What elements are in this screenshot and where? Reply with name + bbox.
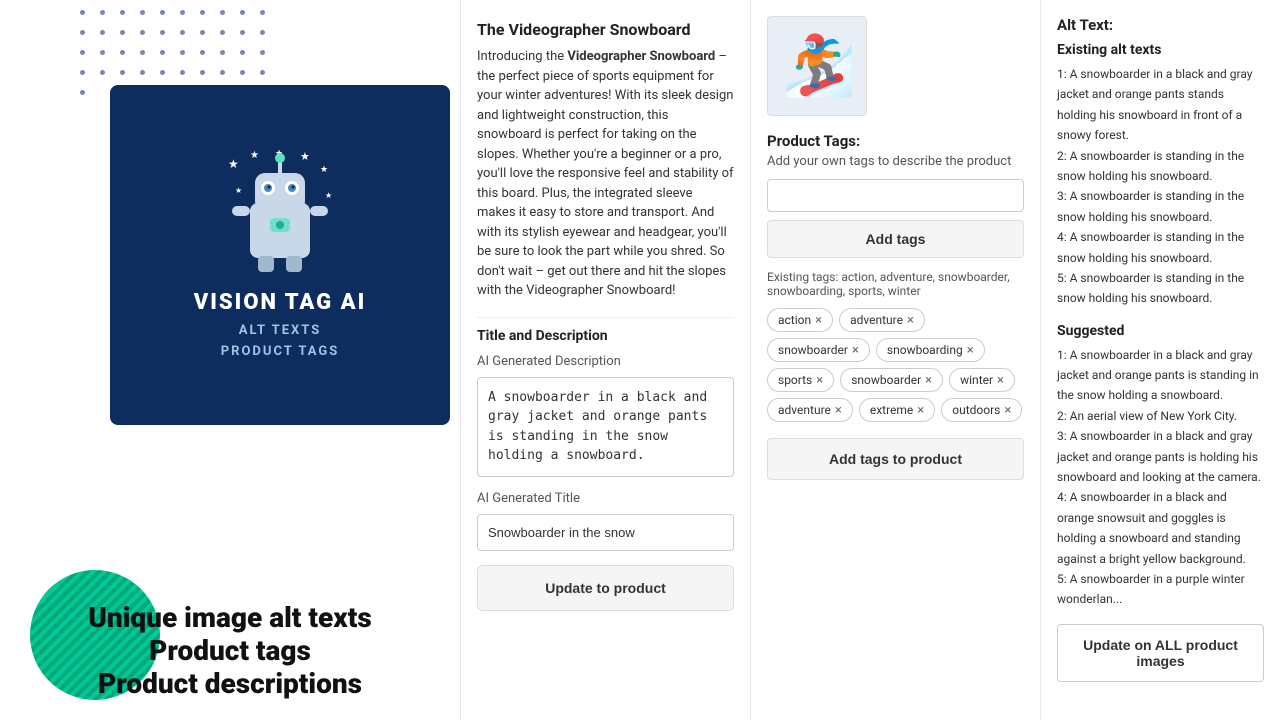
tag-remove-icon[interactable]: × [925, 374, 932, 387]
alt-suggested-1: 1: A snowboarder in a black and gray jac… [1057, 345, 1264, 406]
tag-chip: snowboarding × [876, 338, 985, 362]
ai-description-textarea[interactable] [477, 377, 734, 477]
svg-text:★: ★ [325, 191, 332, 200]
tag-label: action [778, 313, 811, 327]
svg-text:★: ★ [235, 186, 242, 195]
add-tags-button[interactable]: Add tags [767, 220, 1024, 258]
tag-chip: adventure × [767, 398, 853, 422]
tag-chip: action × [767, 308, 833, 332]
marketing-line2: Product tags [0, 634, 460, 667]
tag-chip: sports × [767, 368, 834, 392]
alt-suggested-2: 2: An aerial view of New York City. [1057, 406, 1264, 426]
brand-tagline: ALT TEXTS PRODUCT TAGS [221, 321, 339, 363]
update-to-product-button[interactable]: Update to product [477, 565, 734, 611]
snowboarder-emoji: 🏂 [783, 32, 856, 101]
tag-remove-icon[interactable]: × [907, 314, 914, 327]
alt-existing-3: 3: A snowboarder is standing in the snow… [1057, 186, 1264, 227]
alt-text-title: Alt Text: [1057, 16, 1264, 34]
alt-existing-4: 4: A snowboarder is standing in the snow… [1057, 227, 1264, 268]
alt-suggested-3: 3: A snowboarder in a black and gray jac… [1057, 426, 1264, 487]
product-desc-text: – the perfect piece of sports equipment … [477, 49, 734, 298]
marketing-line3: Product descriptions [0, 667, 460, 700]
marketing-text: Unique image alt texts Product tags Prod… [0, 601, 460, 700]
brand-name: VISION TAG AI [194, 290, 367, 315]
tag-remove-icon[interactable]: × [815, 314, 822, 327]
svg-text:★: ★ [250, 150, 259, 161]
tag-chip: extreme × [859, 398, 935, 422]
tag-label: snowboarder [778, 343, 848, 357]
ai-title-input[interactable] [477, 514, 734, 551]
tag-remove-icon[interactable]: × [852, 344, 859, 357]
alt-existing-1: 1: A snowboarder in a black and gray jac… [1057, 64, 1264, 146]
tag-label: outdoors [952, 403, 1000, 417]
product-title: The Videographer Snowboard [477, 20, 734, 39]
tag-label: sports [778, 373, 812, 387]
left-panel: ★ ★ ★ ★ ★ ★ ★ [0, 0, 460, 720]
existing-tags-label: Existing tags: action, adventure, snowbo… [767, 270, 1024, 298]
tag-remove-icon[interactable]: × [967, 344, 974, 357]
tag-label: winter [960, 373, 993, 387]
tag-remove-icon[interactable]: × [835, 404, 842, 417]
tag-label: adventure [778, 403, 831, 417]
tag-remove-icon[interactable]: × [1004, 404, 1011, 417]
tag-chip: snowboarder × [840, 368, 943, 392]
product-tags-title: Product Tags: [767, 132, 1024, 150]
svg-text:★: ★ [228, 157, 239, 171]
tag-label: snowboarder [851, 373, 921, 387]
title-section-label: Title and Description [477, 317, 734, 344]
alt-text-panel: Alt Text: Existing alt texts 1: A snowbo… [1040, 0, 1280, 720]
marketing-line1: Unique image alt texts [0, 601, 460, 634]
tag-label: extreme [870, 403, 913, 417]
existing-alt-title: Existing alt texts [1057, 42, 1264, 58]
tags-panel: 🏂 Product Tags: Add your own tags to des… [750, 0, 1040, 720]
product-name-bold: Videographer Snowboard [567, 49, 715, 64]
ai-title-label: AI Generated Title [477, 491, 734, 506]
suggested-alt-list: 1: A snowboarder in a black and gray jac… [1057, 345, 1264, 610]
tags-input[interactable] [767, 179, 1024, 212]
tag-remove-icon[interactable]: × [997, 374, 1004, 387]
suggested-alt-title: Suggested [1057, 323, 1264, 339]
tag-label: adventure [850, 313, 903, 327]
update-all-images-button[interactable]: Update on ALL product images [1057, 624, 1264, 682]
existing-alt-list: 1: A snowboarder in a black and gray jac… [1057, 64, 1264, 309]
alt-existing-2: 2: A snowboarder is standing in the snow… [1057, 146, 1264, 187]
robot-icon: ★ ★ ★ ★ ★ ★ ★ [220, 148, 340, 278]
tag-remove-icon[interactable]: × [816, 374, 823, 387]
tags-container: action × adventure × snowboarder × snowb… [767, 308, 1024, 422]
product-description: Introducing the Videographer Snowboard –… [477, 47, 734, 301]
tag-chip: outdoors × [941, 398, 1022, 422]
alt-suggested-4: 4: A snowboarder in a black and orange s… [1057, 487, 1264, 569]
add-tags-to-product-button[interactable]: Add tags to product [767, 438, 1024, 480]
alt-existing-5: 5: A snowboarder is standing in the snow… [1057, 268, 1264, 309]
tag-chip: winter × [949, 368, 1015, 392]
product-tags-subtitle: Add your own tags to describe the produc… [767, 154, 1024, 169]
ai-desc-label: AI Generated Description [477, 354, 734, 369]
svg-text:★: ★ [320, 165, 328, 175]
tag-chip: snowboarder × [767, 338, 870, 362]
tag-label: snowboarding [887, 343, 963, 357]
tag-remove-icon[interactable]: × [917, 404, 924, 417]
tag-chip: adventure × [839, 308, 925, 332]
product-thumbnail: 🏂 [767, 16, 867, 116]
svg-text:★: ★ [300, 150, 310, 163]
product-description-panel: The Videographer Snowboard Introducing t… [460, 0, 750, 720]
logo-card: ★ ★ ★ ★ ★ ★ ★ [110, 85, 450, 425]
alt-suggested-5: 5: A snowboarder in a purple winter wond… [1057, 569, 1264, 610]
